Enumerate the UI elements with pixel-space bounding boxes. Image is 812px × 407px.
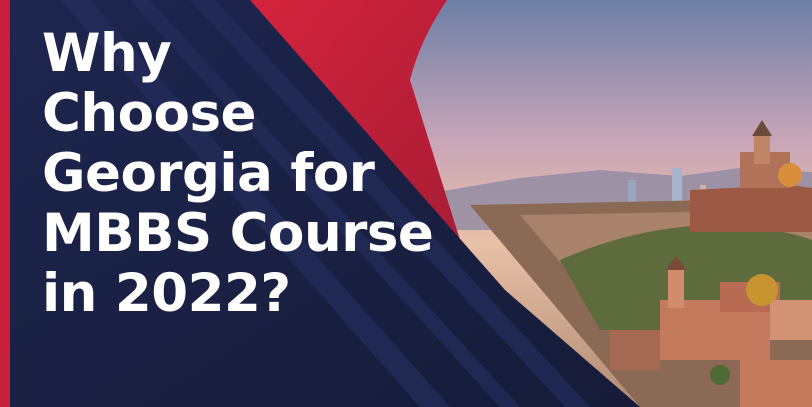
headline-line-2: Choose <box>42 83 256 144</box>
red-left-strip <box>0 0 10 407</box>
headline-line-3: Georgia for <box>42 143 375 204</box>
promo-banner: Why Choose Georgia for MBBS Course in 20… <box>0 0 812 407</box>
headline-line-1: Why <box>42 23 172 84</box>
headline-line-5: in 2022? <box>42 263 291 324</box>
headline-line-4: MBBS Course <box>42 203 434 264</box>
headline: Why Choose Georgia for MBBS Course in 20… <box>42 24 462 324</box>
